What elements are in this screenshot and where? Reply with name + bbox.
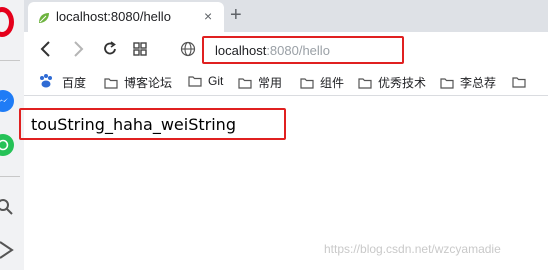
bookmark-label: 常用 [258,76,283,90]
bookmark-label: 博客论坛 [124,76,173,90]
page-content: touString_haha_weiString https://blog.cs… [19,96,548,270]
new-tab-button[interactable]: + [230,3,242,27]
sidebar-divider [0,176,20,177]
tab-close-icon[interactable]: × [204,8,212,24]
bookmarks-bar: 百度 博客论坛 Git 常用 组件 优秀技术 李总荐 [24,68,548,96]
grid-icon[interactable] [132,40,148,58]
sidebar-divider [0,60,20,61]
bookmark-folder-blog[interactable]: 博客论坛 [104,74,172,91]
toolbar: localhost:8080/hello [24,32,548,68]
response-text: touString_haha_weiString [31,115,236,134]
watermark: https://blog.csdn.net/wzcyamadie [324,242,501,256]
opera-logo[interactable] [0,7,14,37]
bookmark-baidu[interactable]: 百度 [62,74,86,91]
bookmark-label: 优秀技术 [378,76,427,90]
bookmark-folder-li[interactable]: 李总荐 [440,74,496,91]
address-path: :8080/hello [266,43,330,58]
bookmark-label: Git [208,74,224,88]
folder-icon [104,78,118,89]
folder-icon [358,78,372,89]
forward-icon[interactable] [70,40,86,58]
address-text: localhost:8080/hello [215,43,330,58]
back-icon[interactable] [38,40,54,58]
tab-title: localhost:8080/hello [56,9,171,24]
tab-strip: localhost:8080/hello × + [24,0,548,32]
whatsapp-icon[interactable] [0,134,14,156]
bookmark-folder-components[interactable]: 组件 [300,74,344,91]
folder-icon [440,78,454,89]
bookmark-folder-common[interactable]: 常用 [238,74,282,91]
search-icon[interactable] [0,198,14,216]
folder-icon [188,76,202,87]
bookmark-label: 组件 [320,76,345,90]
messenger-icon[interactable] [0,90,14,112]
address-bar[interactable]: localhost:8080/hello [202,36,404,64]
address-host: localhost [215,43,267,58]
tab-localhost[interactable]: localhost:8080/hello × [28,2,224,32]
baidu-paw-icon[interactable] [38,73,54,89]
folder-icon[interactable] [512,76,526,88]
response-highlight: touString_haha_weiString [19,108,286,140]
bookmark-folder-tech[interactable]: 优秀技术 [358,74,426,91]
globe-icon [180,41,196,57]
bookmark-folder-git[interactable]: Git [188,74,223,88]
send-icon[interactable] [0,240,14,260]
reload-icon[interactable] [102,40,118,58]
folder-icon [300,78,314,89]
bookmark-label: 李总荐 [460,76,497,90]
folder-icon [238,78,252,89]
leaf-icon [39,13,49,23]
